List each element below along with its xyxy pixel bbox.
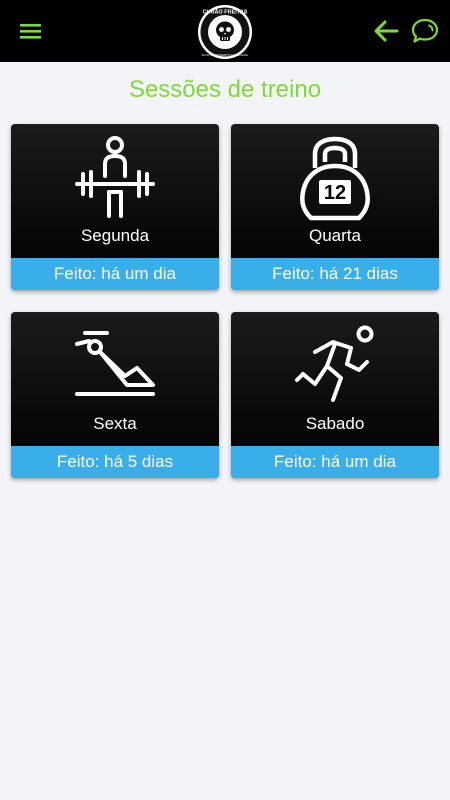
session-status-badge: Feito: há 21 dias xyxy=(231,258,439,290)
session-card-sexta[interactable]: Sexta Feito: há 5 dias xyxy=(11,312,219,478)
kettlebell-icon: 12 xyxy=(300,136,370,221)
back-arrow-icon[interactable] xyxy=(372,18,400,44)
session-status-badge: Feito: há um dia xyxy=(11,258,219,290)
top-app-bar: CURÃO FREITAS ALTO RENDIMENTO FUNCIONAL xyxy=(0,0,450,62)
logo-text-top: CURÃO FREITAS xyxy=(203,9,248,16)
session-status-badge: Feito: há um dia xyxy=(231,446,439,478)
weightlifter-icon xyxy=(75,136,155,218)
menu-icon[interactable] xyxy=(14,16,48,46)
session-day-label: Segunda xyxy=(80,226,150,245)
runner-icon xyxy=(295,325,374,402)
brand-logo: CURÃO FREITAS ALTO RENDIMENTO FUNCIONAL xyxy=(198,5,252,59)
session-status-badge: Feito: há 5 dias xyxy=(11,446,219,478)
kettlebell-number: 12 xyxy=(324,182,346,204)
session-day-label: Sexta xyxy=(93,414,137,433)
situp-icon xyxy=(75,331,155,396)
session-day-label: Quarta xyxy=(309,226,361,245)
logo-text-bottom: ALTO RENDIMENTO FUNCIONAL xyxy=(202,53,249,57)
session-day-label: Sabado xyxy=(305,414,365,433)
session-card-segunda[interactable]: Segunda Feito: há um dia xyxy=(11,124,219,290)
session-card-sabado[interactable]: Sabado Feito: há um dia xyxy=(231,312,439,478)
chat-icon[interactable] xyxy=(410,16,440,46)
session-card-quarta[interactable]: 12 Quarta Feito: há 21 dias xyxy=(231,124,439,290)
page-title: Sessões de treino xyxy=(128,76,322,103)
